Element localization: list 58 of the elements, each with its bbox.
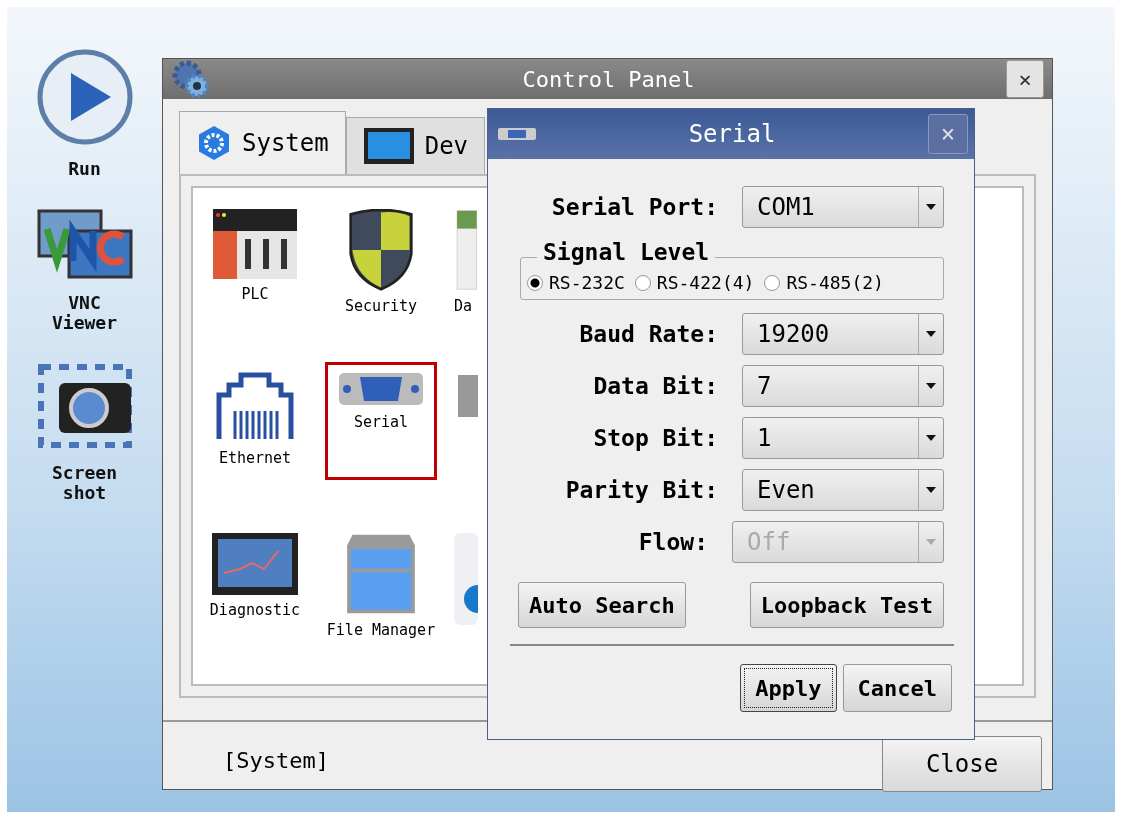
panel-item[interactable]: Diagnostic <box>199 524 311 642</box>
monitor-icon <box>362 126 415 166</box>
close-button[interactable]: Close <box>882 736 1042 792</box>
radio-button[interactable] <box>634 274 651 291</box>
dropdown[interactable]: 7 <box>742 365 944 407</box>
panel-item[interactable]: File Manager <box>325 524 437 642</box>
radio-option[interactable]: RS-485(2) <box>764 272 884 293</box>
close-button[interactable]: × <box>928 114 968 154</box>
tab[interactable]: Dev <box>345 117 486 174</box>
action-button[interactable]: Loopback Test <box>749 582 944 628</box>
caret-icon <box>926 331 936 337</box>
gear-icon <box>171 59 211 99</box>
panel-item[interactable]: Security <box>325 200 437 318</box>
caret-icon <box>926 383 936 389</box>
play-icon[interactable] <box>36 49 133 145</box>
field-label: Serial Port: <box>551 194 718 220</box>
tab[interactable]: System <box>179 111 346 174</box>
gear-icon <box>196 125 232 161</box>
close-button[interactable]: × <box>1006 60 1044 98</box>
dialog-button[interactable]: Cancel <box>842 664 952 712</box>
field-label: Parity Bit: <box>565 477 718 503</box>
status-text: [System] <box>223 748 329 773</box>
dialog-title: Serial <box>687 120 777 148</box>
field-label: Stop Bit: <box>593 425 718 451</box>
panel-item[interactable]: Da <box>451 200 485 318</box>
caret-icon <box>926 204 936 210</box>
dropdown[interactable]: Even <box>742 469 944 511</box>
vnc-viewer-icon[interactable] <box>36 209 133 279</box>
camera-icon[interactable] <box>36 363 133 449</box>
device-icon <box>454 209 478 291</box>
field-label: Baud Rate: <box>579 321 718 347</box>
field-label: Data Bit: <box>593 373 718 399</box>
dialog-button[interactable]: Apply <box>740 664 837 712</box>
caret-icon <box>926 435 936 441</box>
serial-connector-icon <box>338 371 424 407</box>
chart-monitor-icon <box>212 533 298 595</box>
panel-item[interactable]: PLC <box>199 200 311 318</box>
device-icon <box>454 533 478 625</box>
radio-option[interactable]: RS-232C <box>527 272 625 293</box>
radio-button[interactable] <box>764 274 781 291</box>
action-button[interactable]: Auto Search <box>518 582 686 628</box>
plc-icon <box>213 209 297 279</box>
radio-button[interactable] <box>527 274 543 291</box>
sidebar-label: Screen shot <box>51 463 118 503</box>
radio-option[interactable]: RS-422(4) <box>634 272 755 293</box>
sidebar-label: VNC Viewer <box>51 293 118 333</box>
field-label: Flow: <box>638 529 708 555</box>
serial-connector-icon <box>498 127 536 141</box>
caret-icon <box>926 487 936 493</box>
panel-item[interactable]: Serial <box>325 362 437 480</box>
window-title: Control Panel <box>521 66 696 92</box>
group-label: Signal Level <box>537 239 716 265</box>
dropdown[interactable]: COM1 <box>742 186 944 228</box>
panel-item[interactable]: Ethernet <box>199 362 311 480</box>
caret-icon <box>926 539 936 545</box>
dropdown[interactable]: 1 <box>742 417 944 459</box>
dropdown[interactable]: 19200 <box>742 313 944 355</box>
sidebar-label: Run <box>67 159 102 179</box>
